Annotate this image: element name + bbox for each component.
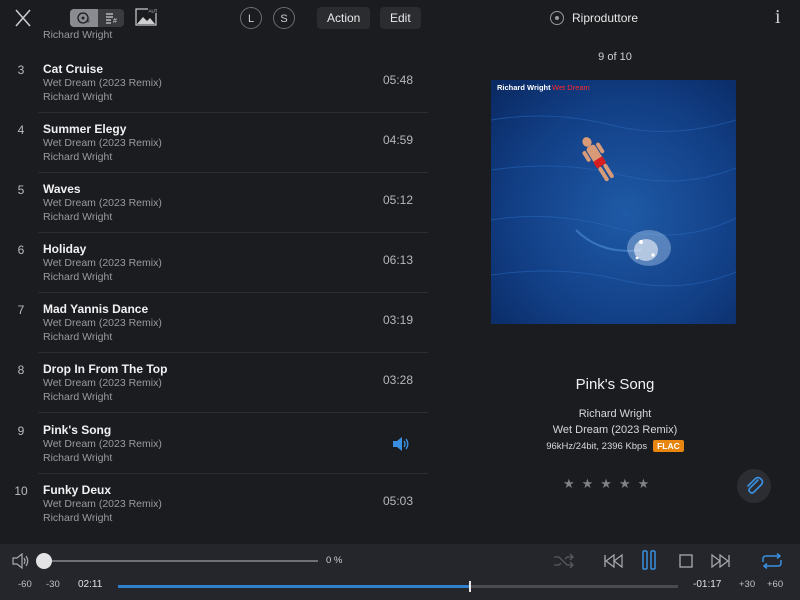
pause-icon[interactable]: [641, 550, 657, 570]
track-album: Wet Dream (2023 Remix): [43, 137, 162, 149]
track-artist: Richard Wright: [43, 452, 113, 464]
skip-forward-30-button[interactable]: +30: [739, 579, 755, 590]
seek-bar[interactable]: [118, 581, 678, 592]
track-row-now-playing[interactable]: 9 Pink's Song Wet Dream (2023 Remix) Ric…: [0, 414, 428, 474]
attachment-button[interactable]: [737, 469, 771, 503]
track-list: Richard Wright 3 Cat Cruise Wet Dream (2…: [0, 0, 428, 544]
track-album: Wet Dream (2023 Remix): [43, 317, 162, 329]
now-playing-artist: Richard Wright: [578, 408, 652, 420]
skip-back-30-button[interactable]: -30: [46, 579, 60, 590]
track-row[interactable]: 8 Drop In From The Top Wet Dream (2023 R…: [0, 353, 428, 413]
artwork-artist-text: Richard Wright: [497, 83, 551, 92]
row-divider: [38, 412, 428, 413]
track-number: 5: [17, 183, 25, 197]
audio-format-text: 96kHz/24bit, 2396 Kbps: [546, 441, 648, 452]
track-row[interactable]: 6 Holiday Wet Dream (2023 Remix) Richard…: [0, 233, 428, 293]
paperclip-icon: [747, 476, 764, 494]
track-album: Wet Dream (2023 Remix): [43, 438, 162, 450]
track-number: 6: [17, 243, 25, 257]
next-track-icon[interactable]: [711, 553, 731, 569]
track-number: 7: [17, 303, 25, 317]
track-number: 10: [14, 484, 28, 498]
track-duration: 05:48: [382, 73, 413, 87]
track-number: 3: [17, 63, 25, 77]
transport-bar: 0 % -60 -30 02:11 -01:17 +30 +60: [0, 544, 800, 600]
track-row[interactable]: 7 Mad Yannis Dance Wet Dream (2023 Remix…: [0, 293, 428, 353]
track-duration: 06:13: [382, 253, 413, 267]
track-album: Wet Dream (2023 Remix): [43, 257, 162, 269]
track-artist: Richard Wright: [43, 211, 113, 223]
track-album: Wet Dream (2023 Remix): [43, 197, 162, 209]
track-number: 9: [17, 424, 25, 438]
track-title: Mad Yannis Dance: [43, 302, 149, 316]
remaining-time: -01:17: [693, 579, 722, 590]
repeat-icon[interactable]: [760, 553, 784, 569]
volume-slider-track[interactable]: [40, 560, 318, 562]
now-playing-panel: 9 of 10 Richard Wright Wet Dream Pink's …: [430, 36, 800, 544]
previous-track-artist: Richard Wright: [43, 29, 113, 41]
track-number: 4: [17, 123, 25, 137]
artwork-image: [491, 80, 736, 324]
elapsed-time: 02:11: [78, 579, 103, 590]
track-title: Pink's Song: [43, 423, 112, 437]
track-duration: 03:28: [382, 373, 413, 387]
previous-track-icon[interactable]: [603, 553, 623, 569]
track-artist: Richard Wright: [43, 91, 113, 103]
rating-stars[interactable]: ★★★★★: [563, 476, 663, 492]
track-counter: 9 of 10: [598, 51, 632, 63]
track-artist: Richard Wright: [43, 151, 113, 163]
volume-percent: 0 %: [326, 555, 343, 566]
flac-badge: FLAC: [653, 440, 684, 452]
player-title-label: Riproduttore: [572, 11, 639, 25]
track-title: Drop In From The Top: [43, 362, 168, 376]
now-playing-speaker-icon: [393, 437, 409, 451]
track-row[interactable]: 5 Waves Wet Dream (2023 Remix) Richard W…: [0, 173, 428, 233]
position-row: -60 -30 02:11 -01:17 +30 +60: [0, 579, 800, 595]
track-artist: Richard Wright: [43, 512, 113, 524]
shuffle-icon[interactable]: [553, 553, 575, 569]
track-row[interactable]: 3 Cat Cruise Wet Dream (2023 Remix) Rich…: [0, 53, 428, 113]
track-number: 8: [17, 363, 25, 377]
seek-bar-progress: [118, 585, 470, 588]
disc-icon: [550, 11, 564, 25]
artwork-album-text: Wet Dream: [552, 83, 590, 92]
track-album: Wet Dream (2023 Remix): [43, 77, 162, 89]
now-playing-album: Wet Dream (2023 Remix): [552, 424, 678, 436]
skip-forward-60-button[interactable]: +60: [767, 579, 783, 590]
album-artwork[interactable]: Richard Wright Wet Dream: [491, 80, 736, 324]
track-duration: 05:12: [382, 193, 413, 207]
track-artist: Richard Wright: [43, 271, 113, 283]
player-title: Riproduttore: [550, 8, 638, 28]
track-row[interactable]: 4 Summer Elegy Wet Dream (2023 Remix) Ri…: [0, 113, 428, 173]
skip-back-60-button[interactable]: -60: [18, 579, 32, 590]
track-title: Funky Deux: [43, 483, 112, 497]
track-title: Holiday: [43, 242, 87, 256]
now-playing-title: Pink's Song: [575, 376, 655, 393]
track-album: Wet Dream (2023 Remix): [43, 498, 162, 510]
seek-bar-handle[interactable]: [468, 581, 471, 592]
track-duration: 03:19: [382, 313, 413, 327]
track-title: Waves: [43, 182, 81, 196]
track-title: Cat Cruise: [43, 62, 104, 76]
track-artist: Richard Wright: [43, 331, 113, 343]
track-duration: 05:03: [382, 494, 413, 508]
info-button[interactable]: i: [775, 6, 781, 29]
track-row[interactable]: 10 Funky Deux Wet Dream (2023 Remix) Ric…: [0, 474, 428, 534]
track-album: Wet Dream (2023 Remix): [43, 377, 162, 389]
volume-slider-knob[interactable]: [36, 553, 52, 569]
track-duration: 04:59: [382, 133, 413, 147]
audio-format: 96kHz/24bit, 2396 Kbps FLAC: [430, 440, 800, 452]
stop-icon[interactable]: [679, 553, 693, 569]
volume-icon[interactable]: [12, 553, 30, 569]
track-artist: Richard Wright: [43, 391, 113, 403]
track-title: Summer Elegy: [43, 122, 127, 136]
